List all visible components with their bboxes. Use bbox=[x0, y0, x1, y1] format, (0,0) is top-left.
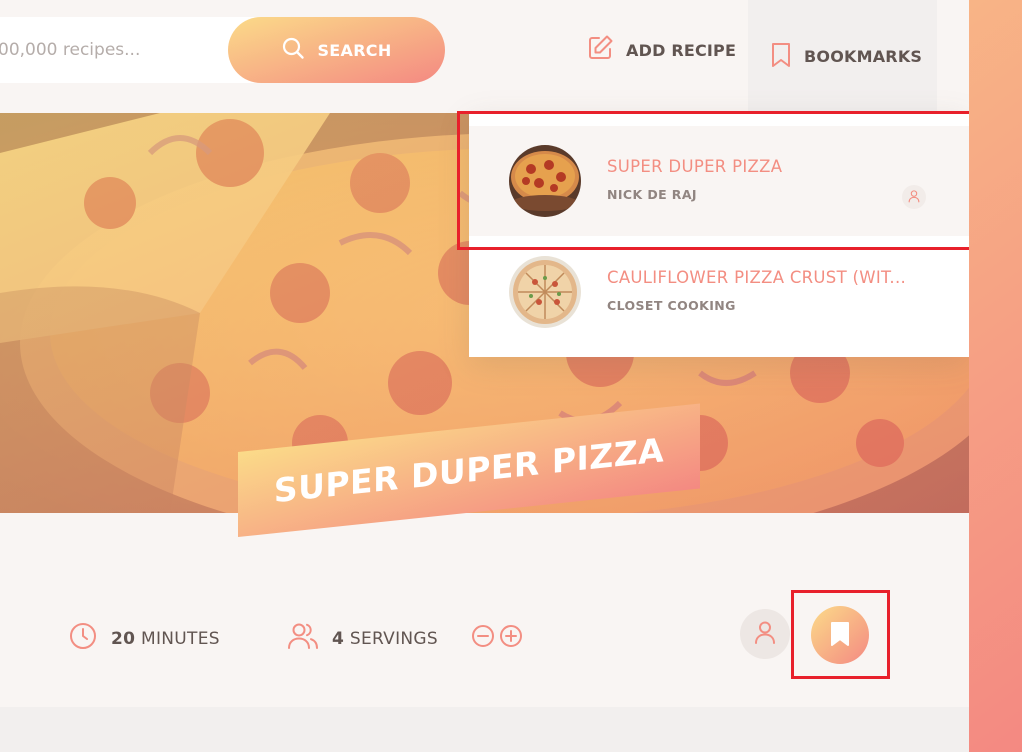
search-form: SEARCH bbox=[0, 17, 445, 83]
minus-circle-icon[interactable] bbox=[471, 624, 495, 653]
edit-icon bbox=[586, 34, 614, 66]
search-input[interactable] bbox=[0, 40, 200, 60]
app-container: SEARCH ADD RECIPE BOOKMARKS bbox=[0, 0, 969, 752]
header: SEARCH ADD RECIPE BOOKMARKS bbox=[0, 0, 969, 113]
search-button-label: SEARCH bbox=[317, 40, 392, 60]
recipe-info-time: 20 MINUTES bbox=[68, 621, 220, 656]
recipe-info-servings: 4 SERVINGS bbox=[287, 621, 523, 656]
cooking-time-unit: MINUTES bbox=[140, 628, 220, 649]
cooking-time-value: 20 bbox=[111, 628, 136, 649]
bookmark-title: CAULIFLOWER PIZZA CRUST (WIT... bbox=[607, 268, 907, 287]
nav-bookmarks-label: BOOKMARKS bbox=[804, 47, 923, 66]
highlight-box-bookmark-button bbox=[791, 590, 890, 679]
highlight-box-bookmark-item bbox=[457, 111, 969, 250]
ingredients-section bbox=[0, 707, 969, 752]
search-icon bbox=[281, 36, 305, 64]
bookmark-outline-icon bbox=[770, 42, 792, 72]
clock-icon bbox=[68, 621, 98, 656]
user-generated-badge bbox=[740, 609, 790, 659]
nav-add-recipe-label: ADD RECIPE bbox=[626, 40, 737, 60]
nav-add-recipe-button[interactable]: ADD RECIPE bbox=[564, 0, 758, 100]
nav-bookmarks-button[interactable]: BOOKMARKS bbox=[748, 0, 937, 113]
bookmark-thumbnail bbox=[509, 256, 581, 328]
servings-unit: SERVINGS bbox=[349, 628, 438, 649]
plus-circle-icon[interactable] bbox=[499, 624, 523, 653]
user-icon bbox=[752, 619, 778, 649]
search-button[interactable]: SEARCH bbox=[228, 17, 445, 83]
bookmark-publisher: CLOSET COOKING bbox=[607, 298, 736, 313]
servings-value: 4 bbox=[332, 628, 345, 649]
bookmark-item[interactable]: CAULIFLOWER PIZZA CRUST (WIT... CLOSET C… bbox=[469, 237, 969, 347]
recipe-title: SUPER DUPER PIZZA bbox=[273, 430, 665, 511]
users-icon bbox=[287, 621, 319, 656]
